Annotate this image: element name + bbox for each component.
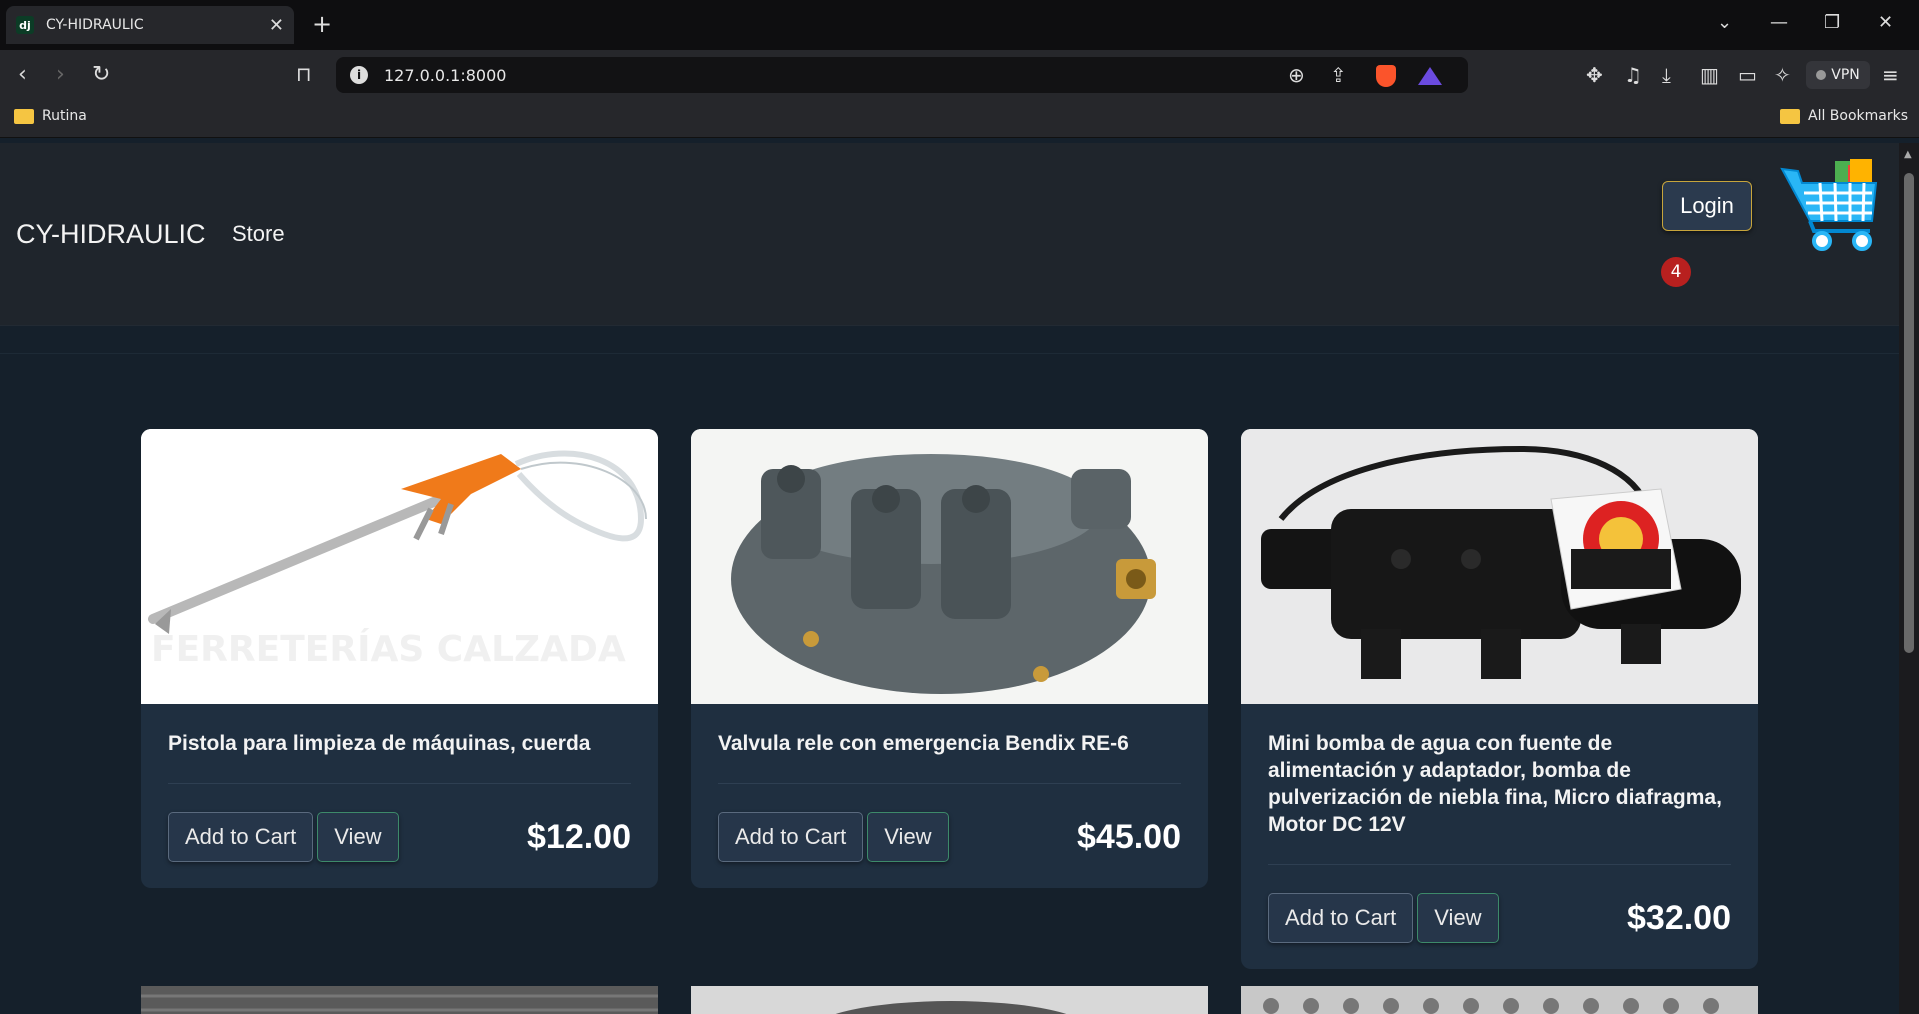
product-card: Valvula rele con emergencia Bendix RE-6 …: [691, 429, 1208, 888]
menu-icon[interactable]: ≡: [1882, 63, 1899, 87]
product-title: Valvula rele con emergencia Bendix RE-6: [718, 730, 1181, 784]
bookmark-label: All Bookmarks: [1808, 108, 1909, 124]
browser-tab-bar: dj CY-HIDRAULIC ✕ + ⌄ — ❐ ✕: [0, 0, 1919, 50]
leo-ai-icon[interactable]: ✧: [1774, 63, 1791, 87]
product-image-partial: [1241, 986, 1758, 1014]
wallet-icon[interactable]: ▭: [1738, 63, 1757, 87]
folder-icon: [1780, 108, 1800, 124]
product-title: Pistola para limpieza de máquinas, cuerd…: [168, 730, 631, 784]
restore-icon[interactable]: ❐: [1824, 12, 1840, 33]
share-icon[interactable]: ⇪: [1330, 63, 1347, 87]
login-button[interactable]: Login: [1662, 181, 1752, 231]
extensions-icon[interactable]: ✥: [1586, 63, 1603, 87]
django-favicon-icon: dj: [16, 16, 34, 34]
product-card: FERRETERÍAS CALZADA Pistola para limpiez…: [141, 429, 658, 888]
close-window-icon[interactable]: ✕: [1878, 12, 1893, 33]
product-image[interactable]: [691, 429, 1208, 704]
scroll-up-icon[interactable]: ▲: [1904, 149, 1912, 160]
close-tab-icon[interactable]: ✕: [269, 15, 284, 36]
folder-icon: [14, 108, 34, 124]
product-price: $32.00: [1627, 898, 1731, 937]
add-to-cart-button[interactable]: Add to Cart: [1268, 893, 1414, 943]
site-info-icon[interactable]: i: [350, 66, 368, 84]
spray-gun-image: FERRETERÍAS CALZADA: [141, 429, 658, 704]
product-card: Mini bomba de agua con fuente de aliment…: [1241, 429, 1758, 969]
zoom-icon[interactable]: ⊕: [1288, 63, 1305, 87]
media-icon[interactable]: ♫: [1624, 63, 1642, 87]
vpn-button[interactable]: VPN: [1806, 61, 1870, 89]
new-tab-icon[interactable]: +: [312, 10, 332, 38]
url-text: 127.0.0.1:8000: [384, 65, 507, 85]
product-image-partial: [691, 986, 1208, 1014]
bookmarks-bar: Rutina All Bookmarks: [0, 100, 1919, 138]
product-card-partial[interactable]: [1241, 986, 1758, 1014]
back-icon[interactable]: ‹: [18, 62, 27, 87]
browser-toolbar: ‹ › ↻ ⊓ i 127.0.0.1:8000 ⊕ ⇪ ✥ ♫ ⤓ ▥ ▭ ✧…: [0, 50, 1919, 100]
add-to-cart-button[interactable]: Add to Cart: [718, 812, 864, 862]
shopping-cart-icon[interactable]: [1780, 159, 1880, 254]
bookmark-icon[interactable]: ⊓: [296, 62, 312, 86]
section-divider: [0, 353, 1899, 354]
site-brand[interactable]: CY-HIDRAULIC: [16, 219, 206, 250]
brave-rewards-icon[interactable]: [1418, 67, 1442, 85]
image-watermark: FERRETERÍAS CALZADA: [151, 628, 626, 670]
minimize-icon[interactable]: —: [1770, 12, 1788, 33]
vpn-label: VPN: [1831, 67, 1860, 83]
product-price: $12.00: [527, 817, 631, 856]
address-bar[interactable]: i 127.0.0.1:8000 ⊕ ⇪: [336, 57, 1468, 93]
product-image-partial: [141, 986, 658, 1014]
nav-store-link[interactable]: Store: [232, 221, 285, 247]
bookmark-folder-all[interactable]: All Bookmarks: [1780, 108, 1908, 124]
cart-count-badge: 4: [1661, 257, 1691, 287]
bookmark-folder-rutina[interactable]: Rutina: [14, 108, 87, 124]
add-to-cart-button[interactable]: Add to Cart: [168, 812, 314, 862]
view-button[interactable]: View: [867, 812, 949, 862]
forward-icon[interactable]: ›: [56, 62, 65, 87]
water-pump-image: [1241, 429, 1758, 704]
bookmark-label: Rutina: [42, 108, 87, 124]
downloads-icon[interactable]: ⤓: [1662, 63, 1671, 87]
browser-tab[interactable]: dj CY-HIDRAULIC ✕: [6, 6, 294, 44]
reload-icon[interactable]: ↻: [92, 62, 110, 87]
product-title: Mini bomba de agua con fuente de aliment…: [1268, 730, 1731, 865]
scrollbar-thumb[interactable]: [1904, 173, 1914, 653]
product-card-partial[interactable]: [141, 986, 658, 1014]
view-button[interactable]: View: [317, 812, 399, 862]
page-viewport: CY-HIDRAULIC Store Login 4 FERRETERÍAS C…: [0, 143, 1899, 1014]
valve-image: [691, 429, 1208, 704]
view-button[interactable]: View: [1417, 893, 1499, 943]
product-image[interactable]: FERRETERÍAS CALZADA: [141, 429, 658, 704]
brave-shields-icon[interactable]: [1376, 65, 1396, 87]
vpn-status-icon: [1816, 70, 1827, 80]
page-scrollbar[interactable]: ▲: [1899, 143, 1919, 1014]
product-image[interactable]: [1241, 429, 1758, 704]
tab-title: CY-HIDRAULIC: [46, 17, 144, 33]
site-navbar: CY-HIDRAULIC Store Login 4: [0, 143, 1899, 326]
tab-search-chevron-icon[interactable]: ⌄: [1717, 12, 1732, 33]
product-price: $45.00: [1077, 817, 1181, 856]
sidebar-icon[interactable]: ▥: [1700, 63, 1719, 87]
product-card-partial[interactable]: [691, 986, 1208, 1014]
